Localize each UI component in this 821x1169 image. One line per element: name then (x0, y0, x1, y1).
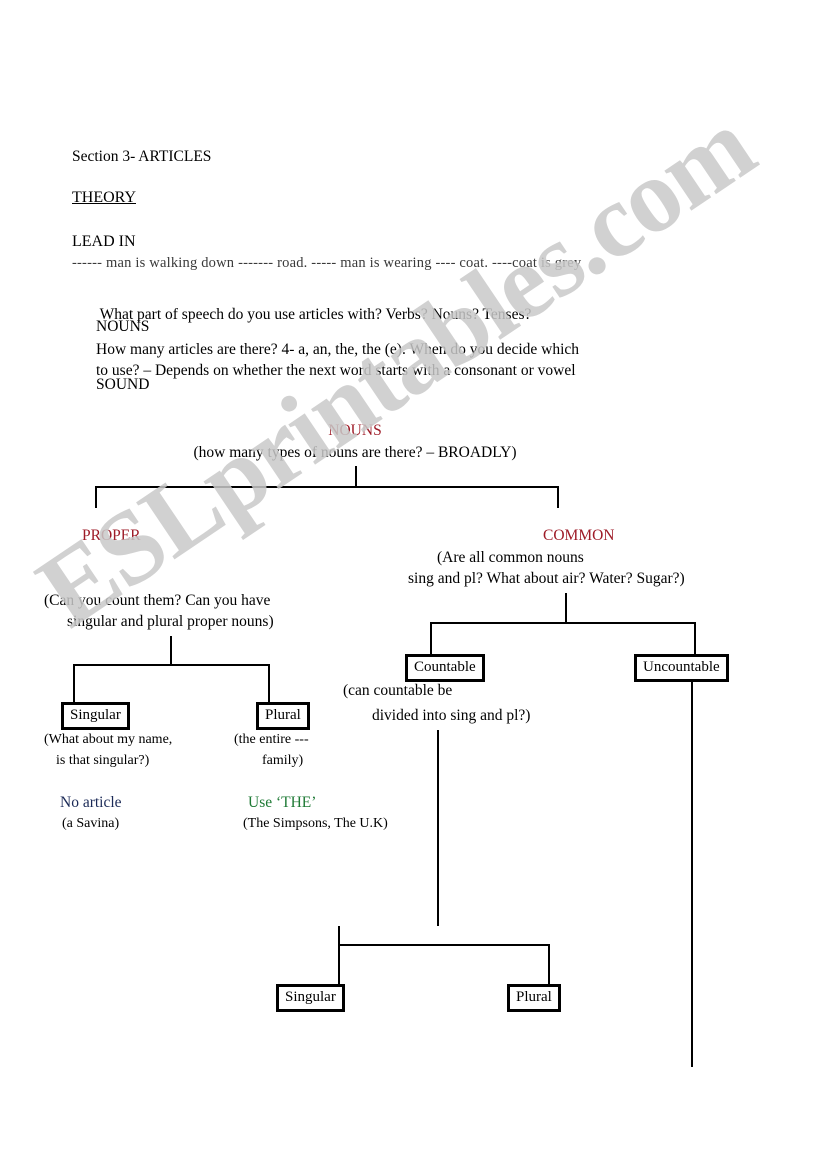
lead-in-sentence: ------ man is walking down ------- road.… (72, 255, 582, 271)
connector-proper-left-drop (73, 664, 75, 703)
connector-countable-bar-left-riser (338, 926, 340, 945)
common-label: COMMON (543, 527, 615, 544)
section-heading: Section 3- ARTICLES (72, 148, 212, 165)
connector-common-left-drop (430, 622, 432, 655)
noun-root-note: (how many types of nouns are there? – BR… (193, 444, 517, 461)
countable-note-line-1: (can countable be (343, 682, 453, 699)
common-note-line-2: sing and pl? What about air? Water? Suga… (408, 570, 685, 587)
connector-uncountable-stem (691, 681, 693, 1067)
connector-root-left-drop (95, 486, 97, 508)
uncountable-box: Uncountable (634, 654, 729, 682)
theory-heading: THEORY (72, 189, 136, 206)
connector-common-bar (430, 622, 695, 624)
connector-root-bar (95, 486, 558, 488)
intro-line-2: NOUNS (96, 318, 150, 335)
connector-countable-stem (437, 730, 439, 926)
connector-proper-right-drop (268, 664, 270, 703)
countable-singular-box: Singular (276, 984, 345, 1012)
intro-line-1: What part of speech do you use articles … (96, 306, 532, 323)
connector-proper-bar (73, 664, 269, 666)
proper-singular-note-line-2: is that singular?) (56, 753, 150, 768)
connector-common-right-drop (694, 622, 696, 655)
proper-plural-rule: Use ‘THE’ (248, 794, 317, 811)
proper-plural-example: (The Simpsons, The U.K) (243, 816, 388, 831)
countable-plural-box: Plural (507, 984, 561, 1012)
worksheet-page: ESLprintables.com Section 3- ARTICLES TH… (0, 0, 821, 1169)
countable-note-line-2: divided into sing and pl?) (372, 707, 531, 724)
proper-singular-note-line-1: (What about my name, (44, 732, 173, 747)
common-note-line-1: (Are all common nouns (437, 549, 584, 566)
connector-countable-bar (338, 944, 549, 946)
proper-plural-note-line-1: (the entire --- (234, 732, 309, 747)
proper-note-line-1: (Can you count them? Can you have (44, 592, 271, 609)
connector-countable-left-drop (338, 944, 340, 985)
noun-root-label: NOUNS (328, 422, 382, 439)
proper-plural-box: Plural (256, 702, 310, 730)
proper-label: PROPER (82, 527, 141, 544)
proper-singular-box: Singular (61, 702, 130, 730)
intro-line-4: to use? – Depends on whether the next wo… (96, 362, 576, 379)
connector-root-right-drop (557, 486, 559, 508)
countable-box: Countable (405, 654, 485, 682)
proper-singular-rule: No article (60, 794, 122, 811)
connector-countable-right-drop (548, 944, 550, 985)
intro-line-5: SOUND (96, 376, 150, 393)
proper-plural-note-line-2: family) (262, 753, 304, 768)
lead-in-heading: LEAD IN (72, 233, 136, 250)
connector-common-stem (565, 593, 567, 623)
connector-root-stem (355, 466, 357, 487)
intro-line-3: How many articles are there? 4- a, an, t… (96, 341, 580, 358)
proper-note-line-2: singular and plural proper nouns) (67, 613, 274, 630)
connector-proper-stem (170, 636, 172, 665)
proper-singular-example: (a Savina) (62, 816, 120, 831)
